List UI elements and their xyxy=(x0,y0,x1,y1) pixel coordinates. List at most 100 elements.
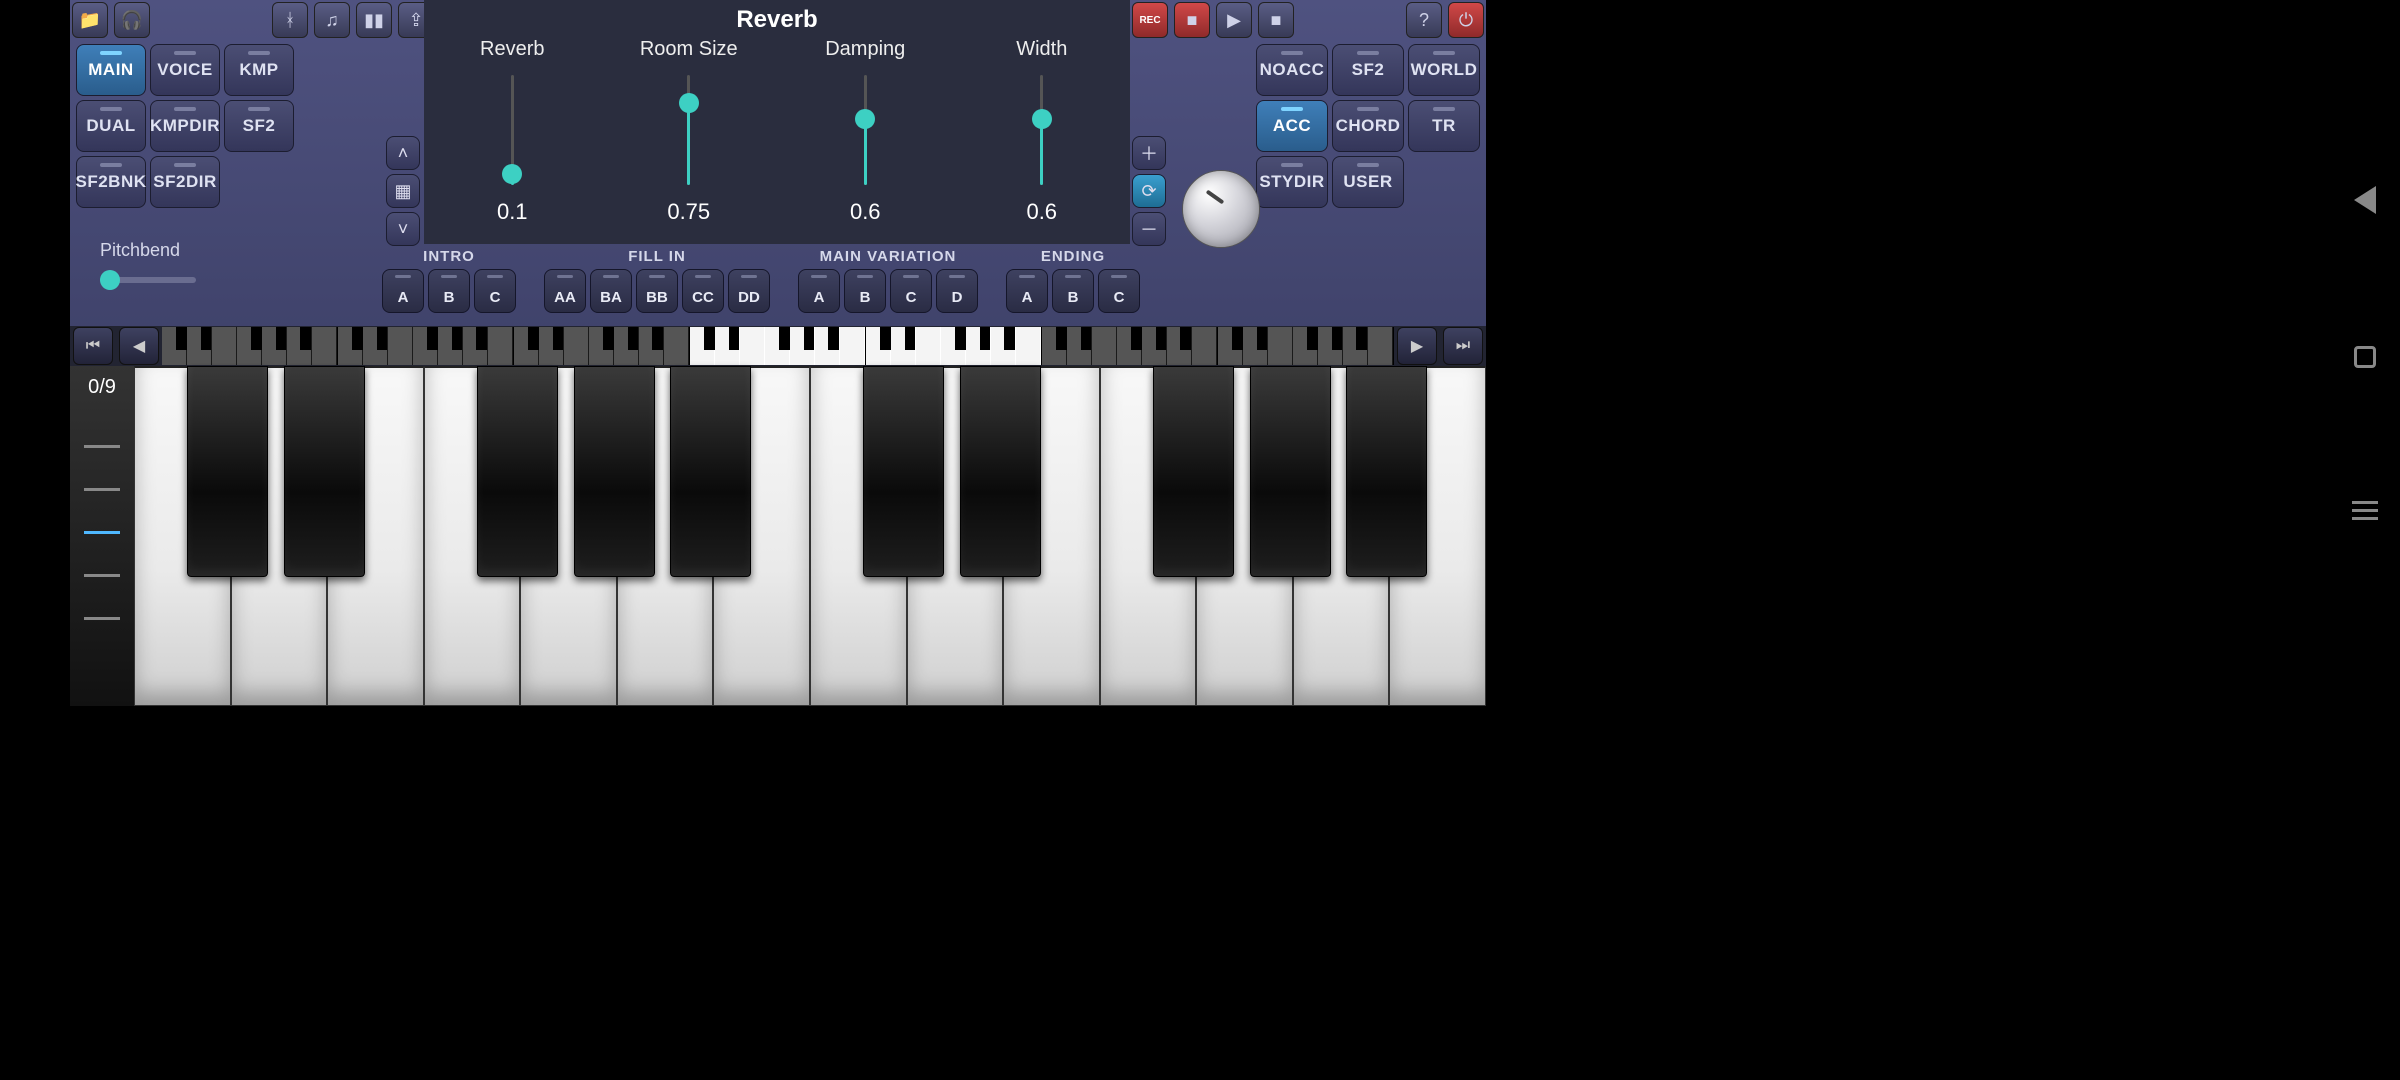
mode-button-user[interactable]: USER xyxy=(1332,156,1404,208)
left-mode-grid: MAINVOICEKMP DUALKMPDIRSF2 SF2BNKSF2DIR xyxy=(76,44,294,208)
section-button-bb[interactable]: BB xyxy=(636,269,678,313)
piano-keyboard[interactable] xyxy=(134,366,1486,706)
mode-button-stydir[interactable]: STYDIR xyxy=(1256,156,1328,208)
panel-nav-right: ＋ ⟳ － xyxy=(1132,136,1166,246)
android-home-icon[interactable] xyxy=(2354,346,2376,368)
mode-button-kmp[interactable]: KMP xyxy=(224,44,294,96)
level-indicator[interactable] xyxy=(84,574,120,577)
mini-keyboard[interactable] xyxy=(162,327,1394,365)
slider-thumb[interactable] xyxy=(855,109,875,129)
mode-button-sf2[interactable]: SF2 xyxy=(224,100,294,152)
level-indicator[interactable] xyxy=(84,445,120,448)
mini-next-button[interactable]: ▶ xyxy=(1397,327,1437,365)
pitchbend-thumb[interactable] xyxy=(100,270,120,290)
slider-label: Damping xyxy=(825,38,905,61)
section-button-a[interactable]: A xyxy=(1006,269,1048,313)
section-button-b[interactable]: B xyxy=(844,269,886,313)
level-indicator[interactable] xyxy=(84,617,120,620)
level-indicator[interactable] xyxy=(84,531,120,534)
slider-track[interactable] xyxy=(511,75,514,185)
level-indicator[interactable] xyxy=(84,488,120,491)
slider-track[interactable] xyxy=(1040,75,1043,185)
slider-value: 0.6 xyxy=(1026,199,1057,225)
section-button-c[interactable]: C xyxy=(474,269,516,313)
section-button-c[interactable]: C xyxy=(1098,269,1140,313)
mode-button-dual[interactable]: DUAL xyxy=(76,100,146,152)
slider-thumb[interactable] xyxy=(679,93,699,113)
mode-button-sf2[interactable]: SF2 xyxy=(1332,44,1404,96)
section-button-dd[interactable]: DD xyxy=(728,269,770,313)
section-title: MAIN VARIATION xyxy=(798,248,978,265)
slider-thumb[interactable] xyxy=(1032,109,1052,129)
chevron-up-icon[interactable]: ˄ xyxy=(386,136,420,170)
mode-button-acc[interactable]: ACC xyxy=(1256,100,1328,152)
bluetooth-icon[interactable]: ᚼ xyxy=(272,2,308,38)
black-key[interactable] xyxy=(670,366,751,577)
black-key[interactable] xyxy=(1346,366,1427,577)
style-sections: INTROABCFILL INAABABBCCDDMAIN VARIATIONA… xyxy=(382,248,1266,313)
section-button-cc[interactable]: CC xyxy=(682,269,724,313)
slider-room-size: Room Size0.75 xyxy=(614,38,764,238)
bars-icon[interactable]: ▮▮ xyxy=(356,2,392,38)
slider-thumb[interactable] xyxy=(502,164,522,184)
reverb-title: Reverb xyxy=(424,0,1130,34)
section-button-a[interactable]: A xyxy=(798,269,840,313)
black-key[interactable] xyxy=(477,366,558,577)
android-recents-icon[interactable] xyxy=(2352,501,2378,520)
pitchbend-slider[interactable] xyxy=(100,277,196,283)
mode-button-voice[interactable]: VOICE xyxy=(150,44,220,96)
black-key[interactable] xyxy=(1153,366,1234,577)
power-button[interactable]: ⏻ xyxy=(1448,2,1484,38)
globe-headphones-icon[interactable]: 🎧 xyxy=(114,2,150,38)
black-key[interactable] xyxy=(284,366,365,577)
toolbar-right-group: REC ■ ▶ ■ ? ⏻ xyxy=(1132,2,1484,38)
black-key[interactable] xyxy=(187,366,268,577)
section-button-b[interactable]: B xyxy=(1052,269,1094,313)
section-button-d[interactable]: D xyxy=(936,269,978,313)
help-button[interactable]: ? xyxy=(1406,2,1442,38)
chevron-down-icon[interactable]: ˅ xyxy=(386,212,420,246)
black-key[interactable] xyxy=(863,366,944,577)
mode-button-kmpdir[interactable]: KMPDIR xyxy=(150,100,220,152)
android-nav-bar xyxy=(2330,0,2400,706)
section-button-a[interactable]: A xyxy=(382,269,424,313)
section-button-aa[interactable]: AA xyxy=(544,269,586,313)
volume-knob[interactable] xyxy=(1182,170,1260,248)
black-key[interactable] xyxy=(1250,366,1331,577)
plus-icon[interactable]: ＋ xyxy=(1132,136,1166,170)
section-button-ba[interactable]: BA xyxy=(590,269,632,313)
slider-track[interactable] xyxy=(864,75,867,185)
slider-label: Reverb xyxy=(480,38,544,61)
mode-button-noacc[interactable]: NOACC xyxy=(1256,44,1328,96)
slider-reverb: Reverb 0.1 xyxy=(437,38,587,238)
grid-icon[interactable]: ▦ xyxy=(386,174,420,208)
section-title: ENDING xyxy=(1006,248,1140,265)
mini-prev-button[interactable]: ◀ xyxy=(119,327,159,365)
mode-button-sf2dir[interactable]: SF2DIR xyxy=(150,156,220,208)
section-button-b[interactable]: B xyxy=(428,269,470,313)
mode-button-sf2bnk[interactable]: SF2BNK xyxy=(76,156,146,208)
mode-button-tr[interactable]: TR xyxy=(1408,100,1480,152)
music-note-icon[interactable]: ♫ xyxy=(314,2,350,38)
mini-keyboard-strip: ⏮ ◀ ▶ ⏭ xyxy=(70,326,1486,366)
mode-button-world[interactable]: WORLD xyxy=(1408,44,1480,96)
slider-value: 0.75 xyxy=(667,199,710,225)
slider-value: 0.6 xyxy=(850,199,881,225)
stop-record-button[interactable]: ■ xyxy=(1174,2,1210,38)
folder-down-icon[interactable]: 📁 xyxy=(72,2,108,38)
android-back-icon[interactable] xyxy=(2354,186,2376,214)
mini-next-fast-button[interactable]: ⏭ xyxy=(1443,327,1483,365)
stop-button[interactable]: ■ xyxy=(1258,2,1294,38)
black-key[interactable] xyxy=(960,366,1041,577)
section-button-c[interactable]: C xyxy=(890,269,932,313)
play-button[interactable]: ▶ xyxy=(1216,2,1252,38)
minus-icon[interactable]: － xyxy=(1132,212,1166,246)
mode-button-main[interactable]: MAIN xyxy=(76,44,146,96)
record-button[interactable]: REC xyxy=(1132,2,1168,38)
refresh-icon[interactable]: ⟳ xyxy=(1132,174,1166,208)
slider-value: 0.1 xyxy=(497,199,528,225)
mini-prev-fast-button[interactable]: ⏮ xyxy=(73,327,113,365)
black-key[interactable] xyxy=(574,366,655,577)
slider-track[interactable] xyxy=(687,75,690,185)
mode-button-chord[interactable]: CHORD xyxy=(1332,100,1404,152)
